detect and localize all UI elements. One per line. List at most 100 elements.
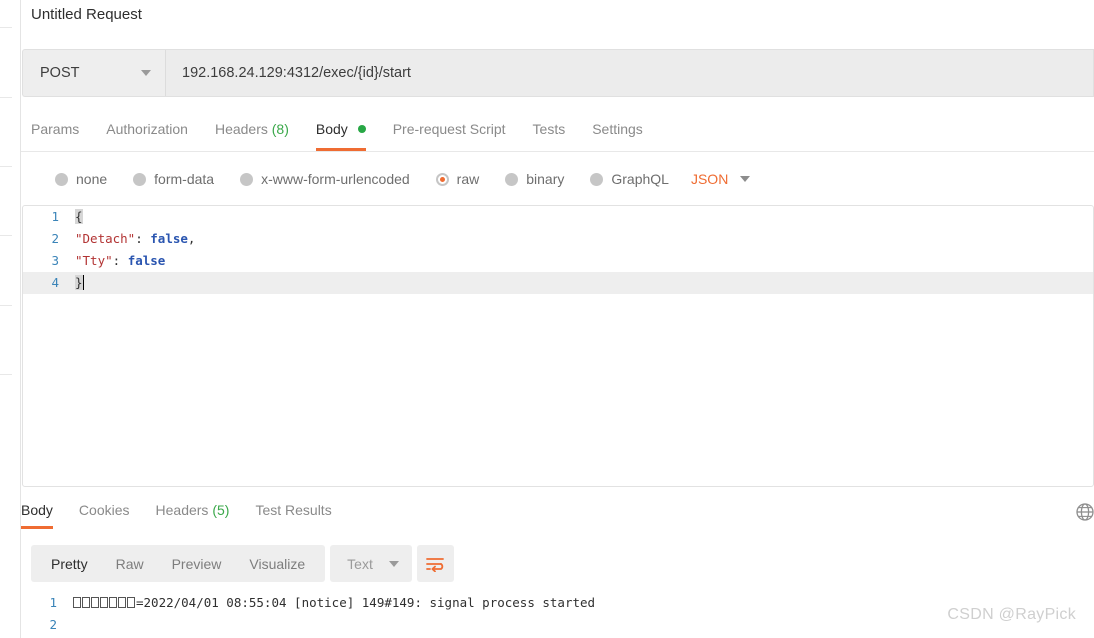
unreadable-characters <box>73 595 136 610</box>
url-input[interactable]: 192.168.24.129:4312/exec/{id}/start <box>166 49 1094 97</box>
sidebar-divider <box>0 305 12 306</box>
radio-binary[interactable]: binary <box>505 171 564 187</box>
json-colon: : <box>135 231 151 246</box>
tab-tests[interactable]: Tests <box>533 113 566 151</box>
green-dot-icon <box>357 125 366 134</box>
globe-icon[interactable] <box>1075 502 1094 522</box>
json-comma: , <box>187 231 196 246</box>
tab-label: Authorization <box>106 121 188 137</box>
http-method-label: POST <box>40 65 80 81</box>
view-mode-raw[interactable]: Raw <box>102 556 158 572</box>
tab-authorization[interactable]: Authorization <box>106 113 188 151</box>
code-line: 1 { <box>23 206 1093 228</box>
radio-label: raw <box>456 171 480 187</box>
view-mode-preview[interactable]: Preview <box>158 556 236 572</box>
response-line-content: =2022/04/01 08:55:04 [notice] 149#149: s… <box>73 592 595 614</box>
chevron-down-icon <box>141 70 151 76</box>
sidebar-divider <box>0 27 12 28</box>
radio-label: x-www-form-urlencoded <box>261 171 410 187</box>
response-line: 1 =2022/04/01 08:55:04 [notice] 149#149:… <box>21 592 1094 614</box>
body-format-select[interactable]: JSON <box>690 171 751 187</box>
radio-label: form-data <box>154 171 215 187</box>
radio-dot-icon <box>590 172 604 186</box>
radio-label: none <box>76 171 108 187</box>
body-type-options: none form-data x-www-form-urlencoded raw… <box>21 160 1094 198</box>
radio-form-data[interactable]: form-data <box>133 171 214 187</box>
sidebar-divider <box>0 166 12 167</box>
response-tab-headers[interactable]: Headers (5) <box>156 496 230 529</box>
tab-label: Pre-request Script <box>392 121 506 137</box>
code-content: "Detach": false, <box>75 228 195 250</box>
tab-label: Body <box>315 121 348 137</box>
open-brace: { <box>75 209 83 224</box>
tab-body[interactable]: Body <box>315 113 366 151</box>
unreadable-glyph <box>127 597 135 608</box>
radio-dot-icon <box>435 172 449 186</box>
tab-label: Tests <box>532 121 566 137</box>
http-method-select[interactable]: POST <box>22 49 166 97</box>
response-tab-test-results[interactable]: Test Results <box>255 496 331 529</box>
response-view-modes: Pretty Raw Preview Visualize <box>31 545 326 582</box>
response-line: 2 <box>21 614 1094 636</box>
radio-label: binary <box>526 171 565 187</box>
tab-label: Body <box>21 502 53 518</box>
sidebar-divider <box>0 374 12 375</box>
line-number: 4 <box>51 275 59 290</box>
request-tabs: Params Authorization Headers (8) Body Pr… <box>21 113 1094 152</box>
text-cursor <box>82 275 85 290</box>
tab-params[interactable]: Params <box>31 113 79 151</box>
code-content: "Tty": false <box>75 250 165 272</box>
radio-label: GraphQL <box>611 171 669 187</box>
radio-x-www-form-urlencoded[interactable]: x-www-form-urlencoded <box>240 171 410 187</box>
radio-dot-icon <box>505 172 519 186</box>
chevron-down-icon <box>388 560 399 567</box>
radio-dot-icon <box>240 172 254 186</box>
response-headers-count: (5) <box>212 502 230 518</box>
sidebar-divider <box>0 97 12 98</box>
line-number: 1 <box>49 595 57 610</box>
response-tab-cookies[interactable]: Cookies <box>79 496 130 529</box>
code-content: } <box>75 272 85 294</box>
response-body[interactable]: 1 =2022/04/01 08:55:04 [notice] 149#149:… <box>21 592 1094 638</box>
response-tab-body[interactable]: Body <box>21 496 53 529</box>
response-toolbar: Pretty Raw Preview Visualize Text <box>31 545 454 582</box>
code-line: 2 "Detach": false, <box>23 228 1093 250</box>
json-colon: : <box>112 253 128 268</box>
close-brace: } <box>75 275 83 290</box>
url-value: 192.168.24.129:4312/exec/{id}/start <box>182 65 411 81</box>
view-mode-pretty[interactable]: Pretty <box>37 556 102 572</box>
unreadable-glyph <box>100 597 108 608</box>
unreadable-glyph <box>109 597 117 608</box>
word-wrap-icon <box>426 557 445 572</box>
tab-label: Headers <box>155 502 209 518</box>
tab-headers[interactable]: Headers (8) <box>215 113 289 151</box>
radio-none[interactable]: none <box>55 171 107 187</box>
view-mode-label: Pretty <box>51 555 88 572</box>
radio-dot-icon <box>133 172 147 186</box>
code-line: 3 "Tty": false <box>23 250 1093 272</box>
radio-dot-icon <box>55 172 68 186</box>
unreadable-glyph <box>82 597 90 608</box>
json-value: false <box>150 231 188 246</box>
radio-graphql[interactable]: GraphQL <box>590 171 669 187</box>
view-mode-label: Visualize <box>249 555 306 572</box>
request-body-editor[interactable]: 1 { 2 "Detach": false, 3 "Tty": false 4 … <box>22 205 1094 487</box>
code-line-active: 4 } <box>23 272 1093 294</box>
tab-settings[interactable]: Settings <box>592 113 643 151</box>
json-value: false <box>127 253 166 268</box>
line-number: 1 <box>51 209 59 224</box>
word-wrap-button[interactable] <box>416 545 454 582</box>
tab-label: Test Results <box>255 502 332 518</box>
view-mode-label: Raw <box>115 555 144 572</box>
page-title: Untitled Request <box>31 6 142 23</box>
request-pane: Untitled Request POST 192.168.24.129:431… <box>21 0 1094 638</box>
view-mode-visualize[interactable]: Visualize <box>235 556 319 572</box>
unreadable-glyph <box>73 597 81 608</box>
response-type-label: Text <box>347 555 373 572</box>
response-type-select[interactable]: Text <box>330 545 412 582</box>
code-content: { <box>75 206 83 228</box>
body-format-label: JSON <box>690 171 729 187</box>
tab-pre-request-script[interactable]: Pre-request Script <box>393 113 506 151</box>
json-key: "Tty" <box>75 253 113 268</box>
radio-raw[interactable]: raw <box>435 171 480 187</box>
